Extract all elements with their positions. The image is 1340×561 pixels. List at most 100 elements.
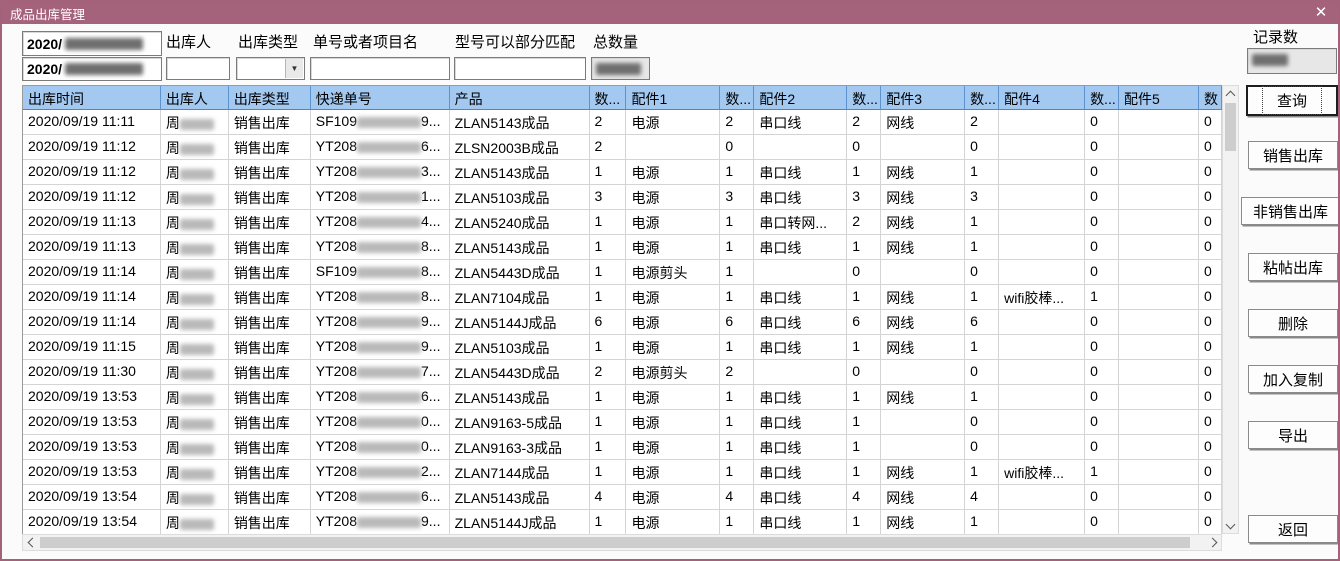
cell-value[interactable]: 1 [720,410,754,435]
cell-product[interactable]: ZLAN5103成品 [450,185,590,210]
cell-value[interactable] [1119,285,1199,310]
table-row[interactable]: 2020/09/19 13:54周销售出库YT2089...ZLAN5144J成… [23,510,1222,534]
cell-courier[interactable]: SF1098... [311,260,450,285]
cell-product[interactable]: ZLAN5144J成品 [450,310,590,335]
cell-value[interactable]: 0 [1085,160,1119,185]
cell-person[interactable]: 周 [161,335,229,360]
date-from-input[interactable]: 2020/ [22,31,162,56]
cell-value[interactable]: 0 [1085,260,1119,285]
model-input[interactable] [454,57,586,80]
table-row[interactable]: 2020/09/19 11:12周销售出库YT2083...ZLAN5143成品… [23,160,1222,185]
cell-value[interactable]: 0 [1199,185,1222,210]
cell-time[interactable]: 2020/09/19 11:12 [23,135,161,160]
cell-value[interactable]: 0 [1085,210,1119,235]
cell-courier[interactable]: YT2080... [311,435,450,460]
cell-product[interactable]: ZLAN5143成品 [450,485,590,510]
column-header[interactable]: 出库类型 [229,86,311,110]
cell-value[interactable] [1119,260,1199,285]
column-header[interactable]: 数... [590,86,627,110]
cell-person[interactable]: 周 [161,285,229,310]
cell-value[interactable] [754,360,847,385]
cell-type[interactable]: 销售出库 [229,235,311,260]
cell-value[interactable]: 0 [1199,335,1222,360]
cell-courier[interactable]: YT2089... [311,310,450,335]
table-row[interactable]: 2020/09/19 11:14周销售出库YT2088...ZLAN7104成品… [23,285,1222,310]
cell-value[interactable]: 2 [590,135,627,160]
cell-value[interactable]: 0 [1199,260,1222,285]
cell-value[interactable]: 1 [847,460,881,485]
back-button[interactable]: 返回 [1248,515,1338,543]
table-row[interactable]: 2020/09/19 13:53周销售出库YT2080...ZLAN9163-5… [23,410,1222,435]
cell-value[interactable]: 3 [965,185,999,210]
cell-value[interactable]: 1 [590,235,627,260]
cell-type[interactable]: 销售出库 [229,110,311,135]
date-to-input[interactable]: 2020/ [22,57,162,81]
cell-product[interactable]: ZLAN7144成品 [450,460,590,485]
table-row[interactable]: 2020/09/19 13:54周销售出库YT2086...ZLAN5143成品… [23,485,1222,510]
cell-value[interactable] [999,485,1085,510]
cell-value[interactable] [1119,435,1199,460]
table-row[interactable]: 2020/09/19 11:13周销售出库YT2084...ZLAN5240成品… [23,210,1222,235]
cell-value[interactable]: 网线 [881,335,965,360]
table-row[interactable]: 2020/09/19 13:53周销售出库YT2086...ZLAN5143成品… [23,385,1222,410]
cell-courier[interactable]: YT2088... [311,285,450,310]
cell-value[interactable]: 网线 [881,110,965,135]
cell-person[interactable]: 周 [161,210,229,235]
cell-value[interactable] [999,385,1085,410]
cell-value[interactable]: 1 [1085,460,1119,485]
cell-value[interactable]: 6 [847,310,881,335]
cell-time[interactable]: 2020/09/19 11:13 [23,210,161,235]
cell-value[interactable] [1119,385,1199,410]
cell-courier[interactable]: YT2086... [311,385,450,410]
cell-courier[interactable]: YT2081... [311,185,450,210]
cell-type[interactable]: 销售出库 [229,510,311,534]
cell-value[interactable]: 0 [965,260,999,285]
cell-person[interactable]: 周 [161,110,229,135]
cell-product[interactable]: ZLAN5143成品 [450,385,590,410]
cell-type[interactable]: 销售出库 [229,435,311,460]
column-header[interactable]: 配件2 [754,86,847,110]
table-row[interactable]: 2020/09/19 13:53周销售出库YT2082...ZLAN7144成品… [23,460,1222,485]
cell-type[interactable]: 销售出库 [229,210,311,235]
cell-value[interactable]: 0 [1085,510,1119,534]
cell-time[interactable]: 2020/09/19 11:30 [23,360,161,385]
table-row[interactable]: 2020/09/19 11:11周销售出库SF1099...ZLAN5143成品… [23,110,1222,135]
cell-type[interactable]: 销售出库 [229,260,311,285]
cell-value[interactable]: 1 [720,285,754,310]
cell-value[interactable] [1119,210,1199,235]
cell-value[interactable]: 0 [1199,235,1222,260]
cell-value[interactable]: 1 [590,285,627,310]
cell-time[interactable]: 2020/09/19 11:12 [23,185,161,210]
cell-value[interactable]: 电源 [626,210,720,235]
cell-value[interactable]: 1 [965,335,999,360]
cell-value[interactable]: 串口线 [754,460,847,485]
table-row[interactable]: 2020/09/19 11:14周销售出库YT2089...ZLAN5144J成… [23,310,1222,335]
cell-value[interactable]: 串口线 [754,435,847,460]
cell-value[interactable]: 0 [847,260,881,285]
cell-value[interactable]: 电源 [626,160,720,185]
cell-value[interactable]: 6 [590,310,627,335]
cell-value[interactable]: 0 [965,435,999,460]
cell-value[interactable]: 1 [847,335,881,360]
cell-value[interactable]: 电源 [626,485,720,510]
cell-value[interactable]: 网线 [881,160,965,185]
column-header[interactable]: 数... [720,86,754,110]
non-sale-out-button[interactable]: 非销售出库 [1241,197,1340,225]
cell-value[interactable]: 0 [1085,435,1119,460]
cell-courier[interactable]: YT2089... [311,510,450,534]
cell-value[interactable]: 4 [965,485,999,510]
cell-person[interactable]: 周 [161,435,229,460]
cell-value[interactable]: 0 [1085,360,1119,385]
cell-value[interactable] [999,510,1085,534]
cell-value[interactable]: 0 [1199,435,1222,460]
cell-value[interactable]: 1 [965,385,999,410]
cell-value[interactable]: 3 [847,185,881,210]
cell-value[interactable]: 0 [1199,310,1222,335]
cell-value[interactable]: 1 [847,285,881,310]
paste-out-button[interactable]: 粘帖出库 [1248,253,1338,281]
column-header[interactable]: 产品 [450,86,590,110]
cell-value[interactable]: 1 [590,510,627,534]
cell-value[interactable]: 1 [590,335,627,360]
cell-value[interactable]: 0 [1085,235,1119,260]
cell-value[interactable]: 1 [590,460,627,485]
